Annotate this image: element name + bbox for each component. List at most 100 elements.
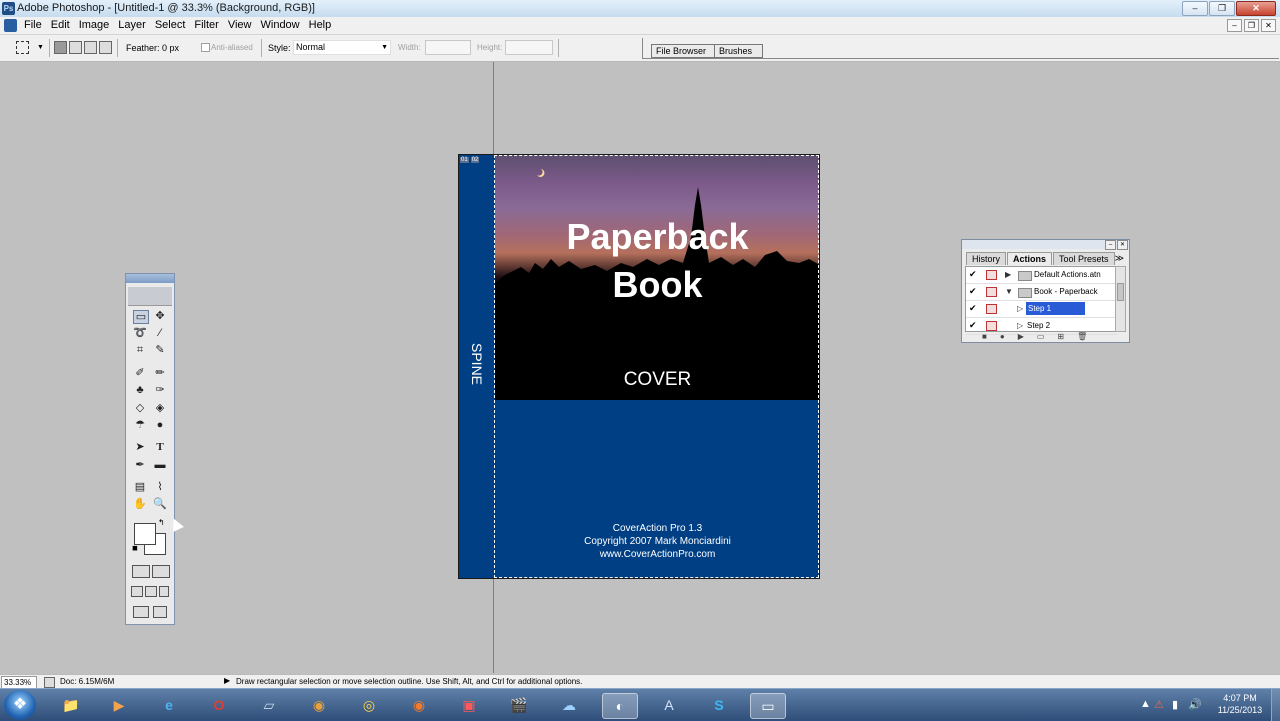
- palette-menu-icon[interactable]: ≫: [1115, 253, 1124, 264]
- tools-palette-titlebar[interactable]: [126, 274, 174, 283]
- show-hidden-icons-icon[interactable]: ▲: [1140, 698, 1151, 710]
- pen-tool-icon[interactable]: ✒: [132, 458, 148, 472]
- pdf-app-icon[interactable]: ▣: [452, 693, 486, 717]
- jump-to-imageready-icon[interactable]: [153, 606, 167, 618]
- firefox-icon[interactable]: ◉: [302, 693, 336, 717]
- file-explorer-icon[interactable]: 📁: [54, 693, 88, 717]
- anti-aliased-checkbox[interactable]: [201, 43, 210, 52]
- rectangular-marquee-tool-icon[interactable]: ▭: [133, 310, 149, 324]
- text-app-icon[interactable]: A: [652, 693, 686, 717]
- signal-icon[interactable]: ▮: [1172, 698, 1178, 711]
- record-icon[interactable]: ●: [1000, 332, 1005, 341]
- scrollbar-thumb[interactable]: [1117, 283, 1124, 301]
- width-input[interactable]: [425, 40, 471, 55]
- network-app-icon[interactable]: ☁: [552, 693, 586, 717]
- menu-edit[interactable]: Edit: [51, 18, 77, 31]
- expand-triangle-icon[interactable]: ▶: [1005, 270, 1011, 279]
- action-row-step-1[interactable]: ✔ ▷ Step 1: [966, 301, 1118, 318]
- screen-recorder-icon[interactable]: ▭: [750, 693, 786, 719]
- style-select[interactable]: Normal ▼: [293, 40, 391, 55]
- internet-explorer-icon[interactable]: e: [152, 693, 186, 717]
- stop-icon[interactable]: ■: [982, 332, 987, 341]
- expand-triangle-icon[interactable]: ▷: [1017, 321, 1023, 330]
- edit-in-imageready-button[interactable]: [133, 606, 149, 618]
- tab-tool-presets[interactable]: Tool Presets: [1053, 252, 1115, 265]
- dialog-toggle-icon[interactable]: [986, 321, 997, 331]
- firefox-alt-icon[interactable]: ◉: [402, 693, 436, 717]
- tray-app-icon[interactable]: ⚠: [1154, 698, 1164, 711]
- dialog-toggle-icon[interactable]: [986, 287, 997, 297]
- photoshop-taskbar-icon[interactable]: ◐: [602, 693, 638, 719]
- eraser-tool-icon[interactable]: ◇: [132, 401, 148, 415]
- subtract-from-selection-button[interactable]: [84, 41, 97, 54]
- new-action-icon[interactable]: ⊞: [1057, 332, 1064, 341]
- brushes-tab[interactable]: Brushes: [714, 44, 764, 58]
- paint-bucket-tool-icon[interactable]: ◈: [152, 401, 168, 415]
- menu-filter[interactable]: Filter: [194, 18, 225, 31]
- video-editor-icon[interactable]: 🎬: [502, 693, 536, 717]
- dialog-toggle-icon[interactable]: [986, 304, 997, 314]
- swap-colors-icon[interactable]: ↰: [158, 518, 165, 527]
- taskbar-clock[interactable]: 4:07 PM 11/25/2013: [1211, 692, 1269, 716]
- dodge-tool-icon[interactable]: ●: [152, 418, 168, 432]
- height-input[interactable]: [505, 40, 553, 55]
- palette-close-button[interactable]: ✕: [1117, 240, 1128, 250]
- file-browser-tab[interactable]: File Browser: [651, 44, 718, 58]
- standard-screen-mode-button[interactable]: [131, 586, 143, 597]
- media-player-icon[interactable]: ▶: [102, 693, 136, 717]
- intersect-selection-button[interactable]: [99, 41, 112, 54]
- doc-restore-button[interactable]: ❐: [1244, 19, 1259, 32]
- maximize-button[interactable]: ❐: [1209, 1, 1235, 16]
- magic-wand-tool-icon[interactable]: ⁄: [152, 326, 168, 340]
- menu-layer[interactable]: Layer: [118, 18, 153, 31]
- new-selection-button[interactable]: [54, 41, 67, 54]
- menu-help[interactable]: Help: [309, 18, 339, 31]
- expand-triangle-icon[interactable]: ▷: [1017, 304, 1023, 313]
- zoom-tool-icon[interactable]: 🔍: [152, 497, 168, 511]
- slice-tool-icon[interactable]: ✎: [152, 343, 168, 357]
- play-icon[interactable]: ▶: [1018, 332, 1024, 341]
- tab-history[interactable]: History: [966, 252, 1007, 265]
- trash-icon[interactable]: 🗑: [1077, 332, 1087, 341]
- toggle-check-icon[interactable]: ✔: [969, 286, 977, 297]
- lasso-tool-icon[interactable]: ➰: [132, 326, 148, 340]
- palette-titlebar[interactable]: – ✕: [962, 240, 1129, 250]
- menu-window[interactable]: Window: [261, 18, 307, 31]
- start-button[interactable]: ❖: [4, 690, 36, 720]
- collapse-triangle-icon[interactable]: ▼: [1005, 287, 1013, 296]
- full-screen-mode-button[interactable]: [159, 586, 169, 597]
- document-app-icon[interactable]: ▱: [252, 693, 286, 717]
- action-row-book-paperback[interactable]: ✔ ▼ Book - Paperback: [966, 284, 1118, 301]
- document-control-icon[interactable]: [4, 19, 17, 32]
- skype-icon[interactable]: S: [702, 693, 736, 717]
- dialog-toggle-icon[interactable]: [986, 270, 997, 280]
- rectangle-shape-tool-icon[interactable]: ▬: [152, 458, 168, 472]
- path-selection-tool-icon[interactable]: ➤: [132, 440, 148, 454]
- crop-tool-icon[interactable]: ⌗: [132, 343, 148, 357]
- history-brush-tool-icon[interactable]: ✑: [152, 383, 168, 397]
- blur-tool-icon[interactable]: ☂: [132, 418, 148, 432]
- full-screen-menu-mode-button[interactable]: [145, 586, 157, 597]
- palette-minimize-button[interactable]: –: [1105, 240, 1116, 250]
- new-set-icon[interactable]: ▭: [1037, 332, 1045, 341]
- eyedropper-tool-icon[interactable]: ⌇: [152, 480, 168, 494]
- toggle-check-icon[interactable]: ✔: [969, 320, 977, 331]
- tab-actions[interactable]: Actions: [1007, 252, 1053, 265]
- action-row-default-actions[interactable]: ✔ ▶ Default Actions.atn: [966, 267, 1118, 284]
- hand-tool-icon[interactable]: ✋: [132, 497, 148, 511]
- menu-file[interactable]: File: [24, 18, 49, 31]
- menu-image[interactable]: Image: [79, 18, 117, 31]
- rectangular-marquee-tool-icon[interactable]: [16, 41, 29, 54]
- standard-mode-button[interactable]: [132, 565, 150, 578]
- close-button[interactable]: ✕: [1236, 1, 1276, 16]
- feather-input[interactable]: 0 px: [162, 43, 179, 53]
- move-tool-icon[interactable]: ✥: [152, 309, 168, 323]
- default-colors-icon[interactable]: ◼: [132, 544, 138, 552]
- healing-brush-tool-icon[interactable]: ✐: [132, 366, 148, 380]
- status-menu-triangle-icon[interactable]: ▶: [224, 676, 230, 685]
- opera-icon[interactable]: O: [202, 693, 236, 717]
- clone-stamp-tool-icon[interactable]: ♣: [132, 383, 148, 397]
- document-canvas[interactable]: 01 02 SPINE Paperback Book COVER CoverAc…: [458, 154, 820, 579]
- menu-view[interactable]: View: [228, 18, 259, 31]
- adobe-online-icon[interactable]: [128, 287, 172, 306]
